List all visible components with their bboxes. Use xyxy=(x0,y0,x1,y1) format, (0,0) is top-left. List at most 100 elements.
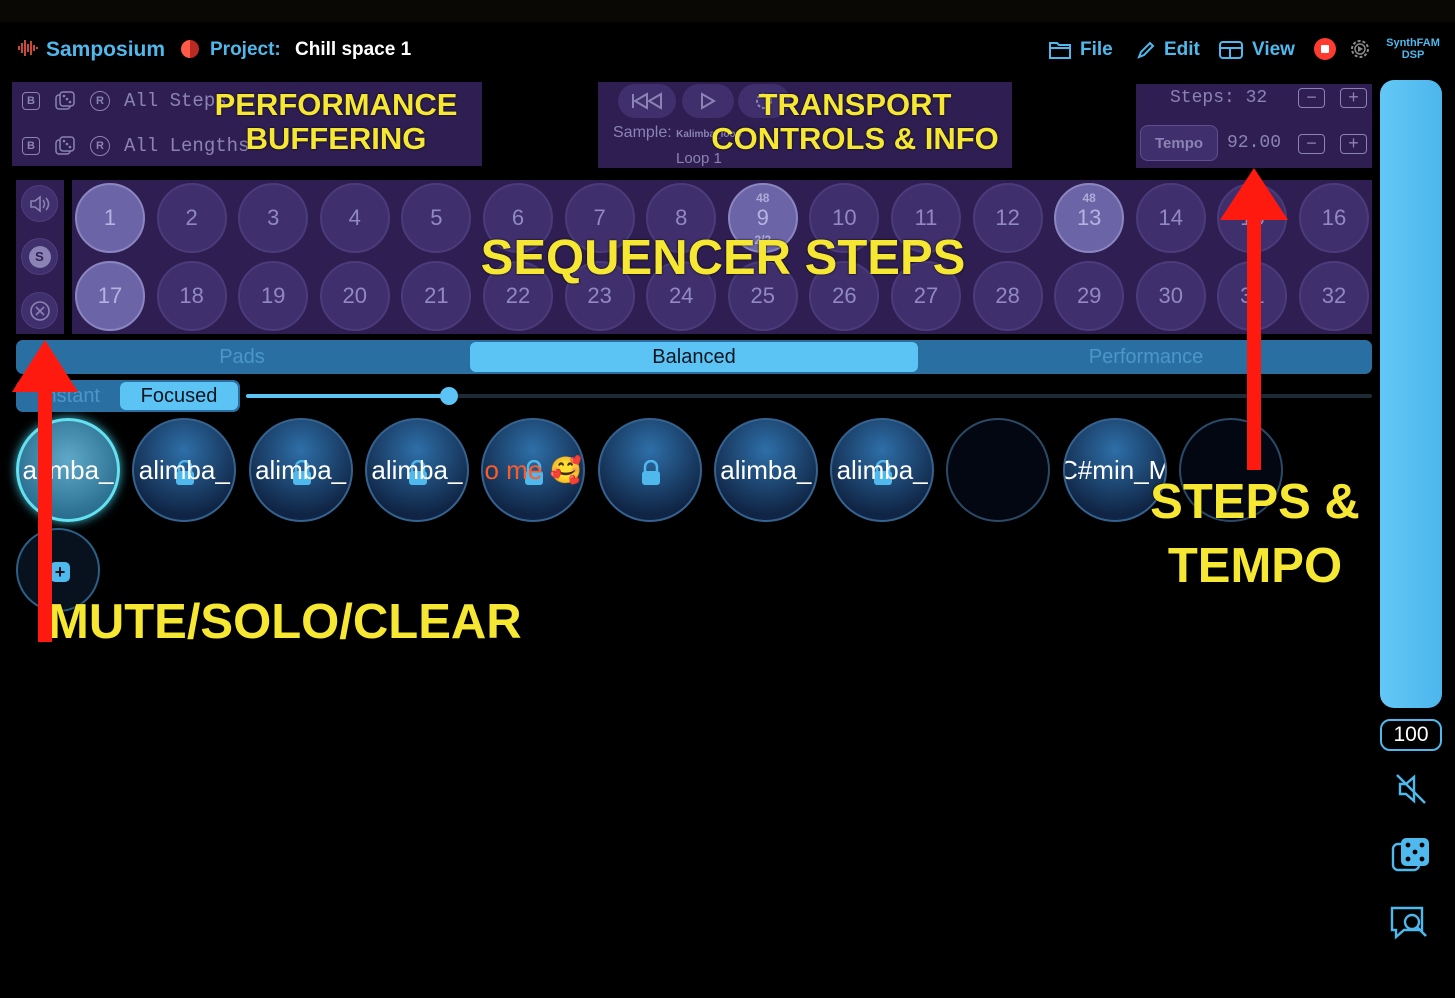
sequencer-step[interactable]: 32 xyxy=(1299,261,1369,331)
master-volume-slider[interactable] xyxy=(1380,80,1442,708)
sample-pad[interactable]: alimba_ xyxy=(132,418,237,522)
focus-slider-thumb[interactable] xyxy=(439,387,458,405)
record-icon xyxy=(1321,45,1329,53)
sequencer-step[interactable]: 23 xyxy=(564,261,635,331)
mode-performance[interactable]: Performance xyxy=(922,342,1370,372)
step-number: 14 xyxy=(1158,205,1184,230)
sequencer-step[interactable]: 27 xyxy=(891,261,961,331)
steps-tempo-panel: Steps: 32 − + Tempo 92.00 − + xyxy=(1136,84,1372,168)
focus-slider[interactable] xyxy=(246,387,1372,405)
sample-pad[interactable] xyxy=(597,418,702,522)
dice-icon[interactable] xyxy=(1388,834,1434,880)
sample-pad[interactable]: alimba_ xyxy=(713,418,818,522)
project-name[interactable]: Chill space 1 xyxy=(295,39,411,61)
buffer-all-steps[interactable]: All Steps xyxy=(124,90,227,112)
steps-plus-button[interactable]: + xyxy=(1340,88,1367,108)
tempo-button[interactable]: Tempo xyxy=(1140,125,1218,161)
waveform-icon xyxy=(18,40,38,56)
steps-count: Steps: 32 xyxy=(1170,88,1268,108)
step-number: 29 xyxy=(1076,283,1102,308)
dice-icon[interactable] xyxy=(54,135,76,157)
sequencer-step[interactable]: 30 xyxy=(1135,261,1206,331)
buffer-r-button[interactable]: R xyxy=(90,136,110,156)
sequencer-step[interactable]: 4 xyxy=(319,183,390,253)
step-number: 32 xyxy=(1321,283,1347,308)
step-number: 24 xyxy=(668,283,694,308)
clear-button[interactable] xyxy=(21,292,58,329)
sequencer-step[interactable]: 11 xyxy=(891,183,961,253)
speaker-muted-icon[interactable] xyxy=(1388,766,1434,812)
step-number: 9 xyxy=(756,205,769,230)
sequencer-step[interactable]: 10 xyxy=(809,183,880,253)
sequencer-step[interactable]: 3 xyxy=(238,183,309,253)
solo-button[interactable]: S xyxy=(21,238,58,275)
mute-button[interactable] xyxy=(21,185,58,222)
mode-balanced[interactable]: Balanced xyxy=(470,342,918,372)
sample-pad[interactable]: alimba_ xyxy=(364,418,469,522)
sample-pad[interactable] xyxy=(946,418,1051,522)
rewind-button[interactable] xyxy=(618,84,676,118)
dsp-badge-line2: DSP xyxy=(1401,49,1425,61)
performance-buffering-panel: B R All Steps B R All Lengths xyxy=(12,82,482,166)
sequencer-step[interactable]: 17 xyxy=(75,261,145,331)
edit-menu-label: Edit xyxy=(1164,39,1200,60)
sequencer-step[interactable]: 19 xyxy=(238,261,309,331)
sequencer-step[interactable]: 22 xyxy=(483,261,553,331)
tempo-minus-button[interactable]: − xyxy=(1298,134,1325,154)
sequencer-step[interactable]: 29 xyxy=(1054,261,1125,331)
step-number: 30 xyxy=(1158,283,1184,308)
sequencer-step[interactable]: 14 xyxy=(1135,183,1206,253)
sequencer-step[interactable]: 25 xyxy=(727,261,798,331)
edit-menu[interactable]: Edit xyxy=(1136,36,1200,64)
sequencer-step[interactable]: 24 xyxy=(646,261,717,331)
buffer-all-lengths[interactable]: All Lengths xyxy=(124,135,249,157)
sequencer-step[interactable]: 18 xyxy=(156,261,227,331)
rewind-icon xyxy=(632,92,662,110)
record-button[interactable] xyxy=(1314,38,1336,60)
sequencer-step[interactable]: 16 xyxy=(1299,183,1369,253)
buffer-b-button[interactable]: B xyxy=(22,137,40,155)
play-button[interactable] xyxy=(682,84,734,118)
step-repeat: 2/2 xyxy=(754,233,772,247)
step-number: 17 xyxy=(97,283,123,308)
sample-pad[interactable]: alimba_ xyxy=(830,418,935,522)
sequencer-step[interactable]: 12 xyxy=(972,183,1043,253)
sample-pad[interactable]: o me 🥰 xyxy=(481,418,586,522)
sequencer-step[interactable]: 8 xyxy=(646,183,717,253)
pad-label: alimba_ xyxy=(371,454,463,485)
sample-pad[interactable]: alimba_ xyxy=(248,418,353,522)
sequencer-step[interactable]: 20 xyxy=(319,261,390,331)
sequencer-step[interactable]: 28 xyxy=(972,261,1043,331)
step-number: 23 xyxy=(587,283,612,308)
sequencer-step[interactable]: 1 xyxy=(75,183,145,253)
sample-info: Sample: Kalimba_loop xyxy=(613,124,742,142)
step-number: 20 xyxy=(342,283,368,308)
file-menu[interactable]: File xyxy=(1048,36,1113,64)
chat-search-icon[interactable] xyxy=(1388,902,1434,948)
step-number: 25 xyxy=(750,283,776,308)
pad-label: alimba_ xyxy=(836,454,928,485)
view-menu-label: View xyxy=(1252,39,1295,60)
metronome-button[interactable] xyxy=(738,84,790,118)
dice-icon[interactable] xyxy=(54,90,76,112)
sample-pad[interactable]: C#min_M xyxy=(1062,418,1167,522)
sequencer-step[interactable]: 5 xyxy=(401,183,472,253)
pad-label: alimba_ xyxy=(255,454,347,485)
buffer-r-button[interactable]: R xyxy=(90,91,110,111)
sequencer-step[interactable]: 26 xyxy=(809,261,880,331)
tempo-plus-button[interactable]: + xyxy=(1340,134,1367,154)
gear-icon[interactable] xyxy=(1348,37,1372,61)
sequencer-step[interactable]: 13 48 xyxy=(1054,183,1125,253)
tempo-value[interactable]: 92.00 xyxy=(1227,133,1281,153)
steps-minus-button[interactable]: − xyxy=(1298,88,1325,108)
sequencer-step[interactable]: 7 xyxy=(564,183,635,253)
sequencer-step[interactable]: 6 xyxy=(483,183,553,253)
mode-focused[interactable]: Focused xyxy=(120,382,238,410)
play-icon xyxy=(701,92,716,110)
sequencer-step[interactable]: 21 xyxy=(401,261,472,331)
sequencer-step[interactable]: 2 xyxy=(156,183,227,253)
sequencer-step[interactable]: 9 48 2/2 xyxy=(727,183,798,253)
dsp-badge[interactable]: SynthFAM DSP xyxy=(1380,37,1446,61)
buffer-b-button[interactable]: B xyxy=(22,92,40,110)
view-menu[interactable]: View xyxy=(1218,36,1295,64)
